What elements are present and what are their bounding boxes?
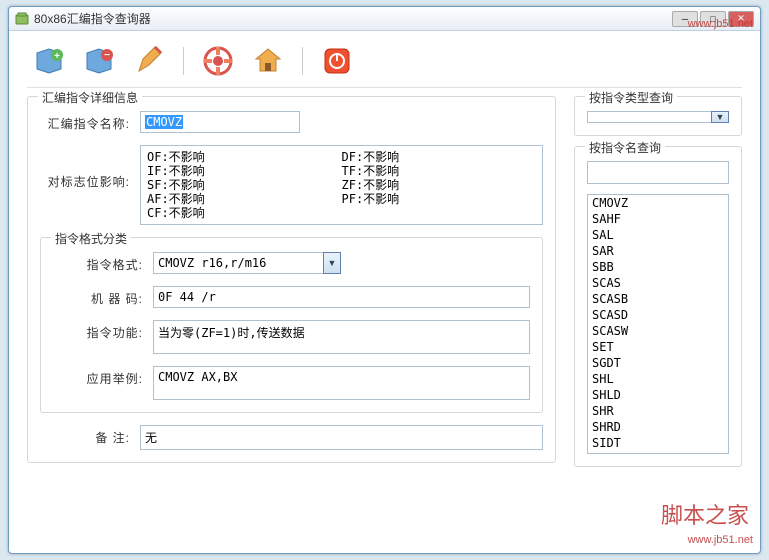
titlebar[interactable]: 80x86汇编指令查询器 ─ □ ✕ (9, 7, 760, 31)
flags-label: 对标志位影响: (40, 145, 140, 190)
content: 汇编指令详细信息 汇编指令名称: CMOVZ 对标志位影响: OF:不影响IF:… (27, 96, 742, 477)
format-group-title: 指令格式分类 (51, 230, 131, 247)
window-title: 80x86汇编指令查询器 (34, 10, 672, 27)
search-input[interactable] (587, 161, 729, 184)
name-label: 汇编指令名称: (40, 111, 140, 132)
detail-group: 汇编指令详细信息 汇编指令名称: CMOVZ 对标志位影响: OF:不影响IF:… (27, 96, 556, 463)
app-icon (15, 12, 29, 26)
home-icon[interactable] (252, 45, 284, 77)
list-item[interactable]: CMOVZ (588, 195, 728, 211)
flag-line: DF:不影响 (342, 150, 537, 164)
flag-line: ZF:不影响 (342, 178, 537, 192)
flag-line: AF:不影响 (147, 192, 342, 206)
type-query-title: 按指令类型查询 (585, 89, 677, 106)
svg-text:−: − (104, 50, 110, 61)
name-input[interactable]: CMOVZ (140, 111, 300, 133)
example-input[interactable]: CMOVZ AX,BX (153, 366, 530, 400)
minimize-button[interactable]: ─ (672, 11, 698, 27)
remove-icon[interactable]: − (83, 45, 115, 77)
list-item[interactable]: SCASW (588, 323, 728, 339)
close-button[interactable]: ✕ (728, 11, 754, 27)
flags-box[interactable]: OF:不影响IF:不影响SF:不影响AF:不影响CF:不影响 DF:不影响TF:… (140, 145, 543, 225)
list-item[interactable]: SAL (588, 227, 728, 243)
name-query-title: 按指令名查询 (585, 139, 665, 156)
format-label: 指令格式: (53, 252, 153, 273)
left-column: 汇编指令详细信息 汇编指令名称: CMOVZ 对标志位影响: OF:不影响IF:… (27, 96, 556, 477)
svg-text:+: + (54, 51, 60, 62)
list-item[interactable]: SET (588, 339, 728, 355)
list-item[interactable]: SCAS (588, 275, 728, 291)
list-item[interactable]: SCASB (588, 291, 728, 307)
func-label: 指令功能: (53, 320, 153, 341)
list-item[interactable]: SAR (588, 243, 728, 259)
example-label: 应用举例: (53, 366, 153, 387)
body: + − 汇编指令详细信息 (9, 31, 760, 487)
flag-line: IF:不影响 (147, 164, 342, 178)
edit-icon[interactable] (133, 45, 165, 77)
list-item[interactable]: SCASD (588, 307, 728, 323)
flag-line: CF:不影响 (147, 206, 342, 220)
list-item[interactable]: SHL (588, 371, 728, 387)
window-controls: ─ □ ✕ (672, 11, 754, 27)
list-item[interactable]: SIDT (588, 435, 728, 451)
format-group: 指令格式分类 指令格式: CMOVZ r16,r/m16 ▼ (40, 237, 543, 413)
right-column: 按指令类型查询 ▼ 按指令名查询 CMOVZSAHFSALSARSBBSCASS… (574, 96, 742, 477)
flag-line: TF:不影响 (342, 164, 537, 178)
format-combo[interactable]: CMOVZ r16,r/m16 ▼ (153, 252, 530, 274)
toolbar: + − (27, 41, 742, 88)
flag-line: SF:不影响 (147, 178, 342, 192)
detail-group-title: 汇编指令详细信息 (38, 89, 142, 106)
note-input[interactable]: 无 (140, 425, 543, 450)
separator (183, 47, 184, 75)
list-item[interactable]: SLDT (588, 451, 728, 454)
main-window: 80x86汇编指令查询器 ─ □ ✕ + − (8, 6, 761, 554)
flag-line: OF:不影响 (147, 150, 342, 164)
list-item[interactable]: SHRD (588, 419, 728, 435)
opcode-input[interactable]: 0F 44 /r (153, 286, 530, 308)
list-item[interactable]: SGDT (588, 355, 728, 371)
power-icon[interactable] (321, 45, 353, 77)
maximize-button[interactable]: □ (700, 11, 726, 27)
note-label: 备 注: (40, 425, 140, 446)
help-icon[interactable] (202, 45, 234, 77)
flag-line: PF:不影响 (342, 192, 537, 206)
name-query-group: 按指令名查询 CMOVZSAHFSALSARSBBSCASSCASBSCASDS… (574, 146, 742, 467)
func-input[interactable]: 当为零(ZF=1)时,传送数据 (153, 320, 530, 354)
type-query-group: 按指令类型查询 ▼ (574, 96, 742, 136)
type-combo[interactable]: ▼ (587, 111, 729, 123)
add-icon[interactable]: + (33, 45, 65, 77)
list-item[interactable]: SHR (588, 403, 728, 419)
instruction-list[interactable]: CMOVZSAHFSALSARSBBSCASSCASBSCASDSCASWSET… (587, 194, 729, 454)
chevron-down-icon[interactable]: ▼ (323, 252, 341, 274)
opcode-label: 机 器 码: (53, 286, 153, 307)
list-item[interactable]: SHLD (588, 387, 728, 403)
list-item[interactable]: SAHF (588, 211, 728, 227)
separator (302, 47, 303, 75)
chevron-down-icon[interactable]: ▼ (711, 111, 729, 123)
list-item[interactable]: SBB (588, 259, 728, 275)
